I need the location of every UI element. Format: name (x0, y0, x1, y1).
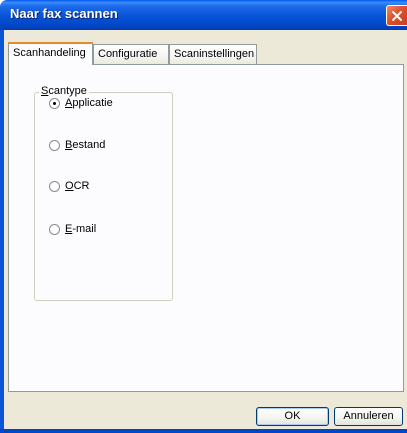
radio-button[interactable] (49, 139, 60, 151)
window-frame-bottom (0, 429, 407, 433)
radio-label: E-mail (65, 223, 97, 235)
radio-button[interactable] (49, 180, 60, 192)
radio-button[interactable] (49, 223, 60, 235)
window-title: Naar fax scannen (10, 6, 118, 21)
close-button[interactable] (386, 5, 407, 26)
ok-button[interactable]: OK (256, 407, 329, 426)
radio-e-mail[interactable]: E-mail (49, 222, 96, 236)
tab-label: Scanhandeling (13, 47, 86, 59)
tab-label: Scaninstellingen (174, 48, 255, 60)
tab-configuratie[interactable]: Configuratie (93, 44, 169, 64)
annuleren-button[interactable]: Annuleren (334, 407, 403, 426)
tab-scaninstellingen[interactable]: Scaninstellingen (169, 44, 257, 64)
radio-button-selected[interactable] (49, 97, 60, 109)
dialog-client-area: Scanhandeling Configuratie Scaninstellin… (4, 30, 407, 429)
radio-bestand[interactable]: Bestand (49, 138, 105, 152)
radio-ocr[interactable]: OCR (49, 179, 89, 193)
close-icon (392, 11, 402, 21)
radio-applicatie[interactable]: Applicatie (49, 96, 113, 110)
tab-label: Configuratie (98, 48, 158, 60)
title-bar[interactable]: Naar fax scannen (0, 0, 407, 30)
radio-label: OCR (65, 180, 90, 192)
scan-to-fax-dialog: Naar fax scannen Scanhandeling Configura… (0, 0, 407, 433)
tab-scanhandeling[interactable]: Scanhandeling (8, 42, 93, 65)
scantype-groupbox (34, 92, 173, 301)
radio-label: Applicatie (65, 97, 113, 109)
radio-label: Bestand (65, 139, 106, 151)
